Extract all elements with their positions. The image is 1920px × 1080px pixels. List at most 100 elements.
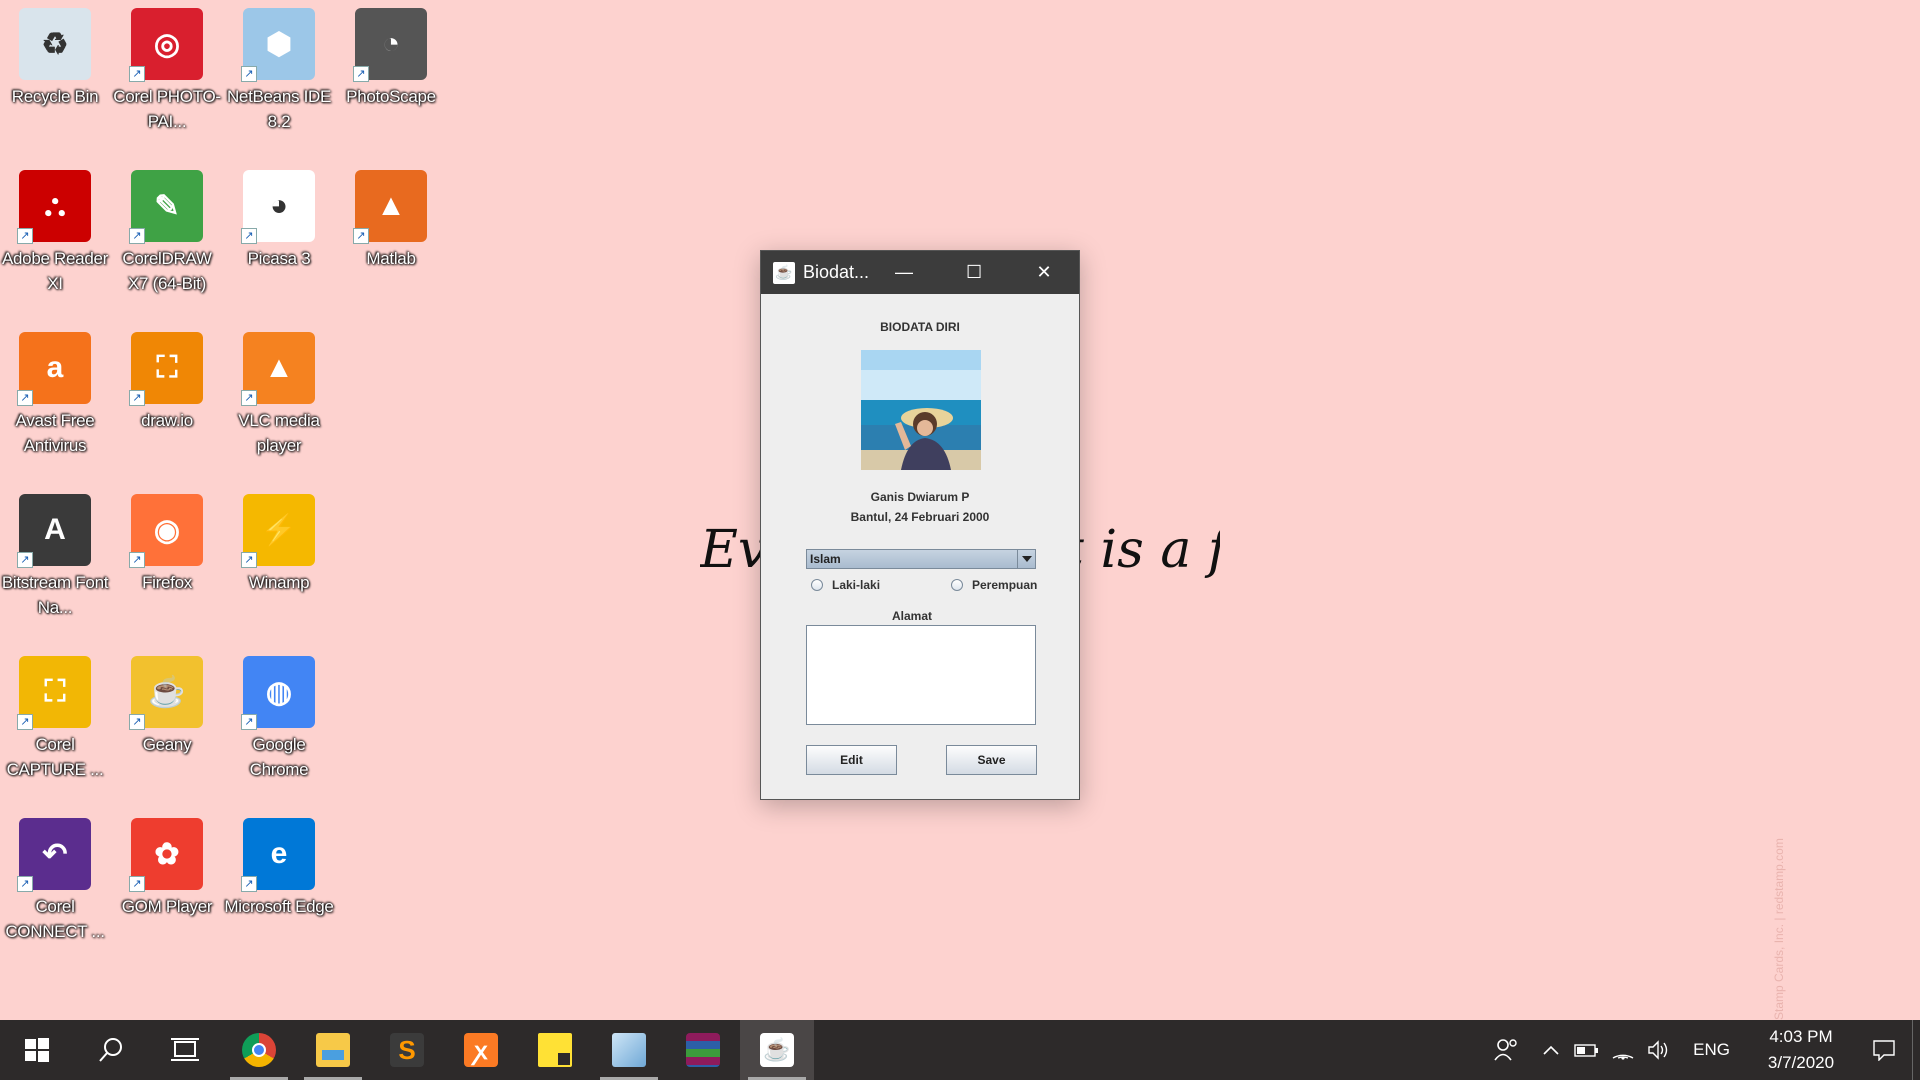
clock[interactable]: 4:03 PM 3/7/2020 bbox=[1746, 1020, 1856, 1080]
taskbar-app-java[interactable]: ☕ bbox=[740, 1020, 814, 1080]
desktop-icon-gom-player[interactable]: ✿ ↗ GOM Player bbox=[112, 810, 222, 960]
action-center-button[interactable] bbox=[1856, 1020, 1912, 1080]
start-button[interactable] bbox=[0, 1020, 74, 1080]
taskbar-app-xampp[interactable]: ꭗ bbox=[444, 1020, 518, 1080]
adobe-reader-icon: ⛬ ↗ bbox=[17, 170, 91, 244]
religion-select[interactable]: Islam bbox=[806, 549, 1036, 569]
minimize-icon: — bbox=[895, 262, 914, 282]
desktop-icon-geany[interactable]: ☕ ↗ Geany bbox=[112, 648, 222, 798]
netbeans-icon bbox=[612, 1033, 646, 1067]
taskbar-app-sticky-notes[interactable] bbox=[518, 1020, 592, 1080]
desktop-icon-bitstream-font-navigator[interactable]: A ↗ Bitstream Font Na... bbox=[0, 486, 110, 636]
shortcut-arrow-icon: ↗ bbox=[241, 390, 257, 406]
desktop-icon-label: Google Chrome bbox=[249, 735, 309, 779]
desktop-icon-label: Picasa 3 bbox=[247, 249, 311, 268]
battery-icon bbox=[1574, 1044, 1599, 1057]
save-button[interactable]: Save bbox=[946, 745, 1037, 775]
taskbar-app-sublime-text[interactable]: S bbox=[370, 1020, 444, 1080]
chevron-down-icon[interactable] bbox=[1017, 550, 1035, 568]
taskbar-app-file-explorer[interactable] bbox=[296, 1020, 370, 1080]
search-button[interactable] bbox=[74, 1020, 148, 1080]
desktop-icon-label: Matlab bbox=[366, 249, 416, 268]
desktop-icon-label: Recycle Bin bbox=[11, 87, 99, 106]
birth-info: Bantul, 24 Februari 2000 bbox=[850, 510, 990, 524]
sublime-text-icon: S bbox=[390, 1033, 424, 1067]
desktop-icon-corel-capture[interactable]: ⛶ ↗ Corel CAPTURE ... bbox=[0, 648, 110, 798]
task-view-icon bbox=[171, 1038, 199, 1061]
taskbar-app-netbeans[interactable] bbox=[592, 1020, 666, 1080]
task-view-button[interactable] bbox=[148, 1020, 222, 1080]
java-icon: ☕ bbox=[760, 1033, 794, 1067]
desktop-icon-label: GOM Player bbox=[121, 897, 213, 916]
shortcut-arrow-icon: ↗ bbox=[353, 228, 369, 244]
close-icon: ✕ bbox=[1036, 262, 1052, 282]
profile-photo-image bbox=[861, 350, 981, 470]
desktop-icon-winamp[interactable]: ⚡ ↗ Winamp bbox=[224, 486, 334, 636]
show-hidden-icons-button[interactable] bbox=[1533, 1020, 1569, 1080]
google-chrome-icon bbox=[242, 1033, 276, 1067]
shortcut-arrow-icon: ↗ bbox=[17, 714, 33, 730]
window-content: BIODATA DIRI Ganis Dwiarum P Bantul, 24 … bbox=[761, 294, 1079, 799]
shortcut-arrow-icon: ↗ bbox=[129, 714, 145, 730]
shortcut-arrow-icon: ↗ bbox=[241, 552, 257, 568]
desktop-icon-corel-photopaint[interactable]: ◎ ↗ Corel PHOTO-PAI... bbox=[112, 0, 222, 150]
corel-photopaint-icon: ◎ ↗ bbox=[129, 8, 203, 82]
language-indicator[interactable]: ENG bbox=[1677, 1020, 1746, 1080]
firefox-icon: ◉ ↗ bbox=[129, 494, 203, 568]
taskbar-app-winrar[interactable] bbox=[666, 1020, 740, 1080]
desktop-icon-label: Microsoft Edge bbox=[224, 897, 334, 916]
desktop-icon-label: VLC media player bbox=[238, 411, 320, 455]
desktop-icon-firefox[interactable]: ◉ ↗ Firefox bbox=[112, 486, 222, 636]
matlab-icon: ▲ ↗ bbox=[353, 170, 427, 244]
corel-connect-icon: ↶ ↗ bbox=[17, 818, 91, 892]
desktop-icon-vlc[interactable]: ▲ ↗ VLC media player bbox=[224, 324, 334, 474]
desktop-icon-photoscape[interactable]: ◔ ↗ PhotoScape bbox=[336, 0, 446, 150]
gender-radio-female[interactable]: Perempuan bbox=[951, 578, 1037, 592]
desktop-icon-label: Corel CONNECT ... bbox=[5, 897, 105, 941]
address-label: Alamat bbox=[891, 609, 932, 623]
maximize-button[interactable]: ☐ bbox=[939, 251, 1009, 294]
drawio-icon: ⛶ ↗ bbox=[129, 332, 203, 406]
desktop-icon-google-chrome[interactable]: ◍ ↗ Google Chrome bbox=[224, 648, 334, 798]
desktop-icon-matlab[interactable]: ▲ ↗ Matlab bbox=[336, 162, 446, 312]
biodata-window: ☕ Biodat... — ☐ ✕ BIODATA DIRI Ganis Dwi… bbox=[760, 250, 1080, 800]
clock-date: 3/7/2020 bbox=[1767, 1053, 1835, 1072]
radio-button[interactable] bbox=[951, 579, 963, 591]
desktop-icon-label: Corel PHOTO-PAI... bbox=[113, 87, 221, 131]
edit-button[interactable]: Edit bbox=[806, 745, 897, 775]
shortcut-arrow-icon: ↗ bbox=[129, 66, 145, 82]
icon-glyph: ♻ bbox=[41, 27, 69, 61]
radio-button[interactable] bbox=[811, 579, 823, 591]
corel-capture-icon: ⛶ ↗ bbox=[17, 656, 91, 730]
desktop-icon-picasa[interactable]: ◕ ↗ Picasa 3 bbox=[224, 162, 334, 312]
shortcut-arrow-icon: ↗ bbox=[129, 390, 145, 406]
desktop-icon-avast[interactable]: a ↗ Avast Free Antivirus bbox=[0, 324, 110, 474]
desktop-icon-recycle-bin[interactable]: ♻ Recycle Bin bbox=[0, 0, 110, 150]
desktop-icon-label: Bitstream Font Na... bbox=[1, 573, 109, 617]
window-titlebar[interactable]: ☕ Biodat... — ☐ ✕ bbox=[761, 251, 1079, 294]
people-button[interactable] bbox=[1481, 1020, 1533, 1080]
desktop-icon-netbeans[interactable]: ⬢ ↗ NetBeans IDE 8.2 bbox=[224, 0, 334, 150]
address-textarea[interactable] bbox=[806, 625, 1036, 725]
speaker-icon bbox=[1648, 1040, 1668, 1060]
close-button[interactable]: ✕ bbox=[1009, 251, 1079, 294]
battery-button[interactable] bbox=[1569, 1020, 1605, 1080]
taskbar-app-chrome[interactable] bbox=[222, 1020, 296, 1080]
notification-icon bbox=[1873, 1040, 1895, 1061]
volume-button[interactable] bbox=[1641, 1020, 1677, 1080]
desktop-icon-drawio[interactable]: ⛶ ↗ draw.io bbox=[112, 324, 222, 474]
desktop-icon-adobe-reader[interactable]: ⛬ ↗ Adobe Reader XI bbox=[0, 162, 110, 312]
show-desktop-button[interactable] bbox=[1912, 1020, 1920, 1080]
winrar-icon bbox=[686, 1033, 720, 1067]
desktop-icon-label: Geany bbox=[142, 735, 192, 754]
gender-radio-male[interactable]: Laki-laki bbox=[811, 578, 880, 592]
desktop-icon-coreldraw[interactable]: ✎ ↗ CorelDRAW X7 (64-Bit) bbox=[112, 162, 222, 312]
desktop-icon-microsoft-edge[interactable]: e ↗ Microsoft Edge bbox=[224, 810, 334, 960]
shortcut-arrow-icon: ↗ bbox=[17, 390, 33, 406]
desktop-icon-corel-connect[interactable]: ↶ ↗ Corel CONNECT ... bbox=[0, 810, 110, 960]
minimize-button[interactable]: — bbox=[869, 251, 939, 294]
sticky-notes-icon bbox=[538, 1033, 572, 1067]
network-button[interactable] bbox=[1605, 1020, 1641, 1080]
page-title: BIODATA DIRI bbox=[880, 320, 960, 334]
watermark-text: Stamp Cards, Inc. | redstamp.com bbox=[1772, 838, 1786, 1020]
